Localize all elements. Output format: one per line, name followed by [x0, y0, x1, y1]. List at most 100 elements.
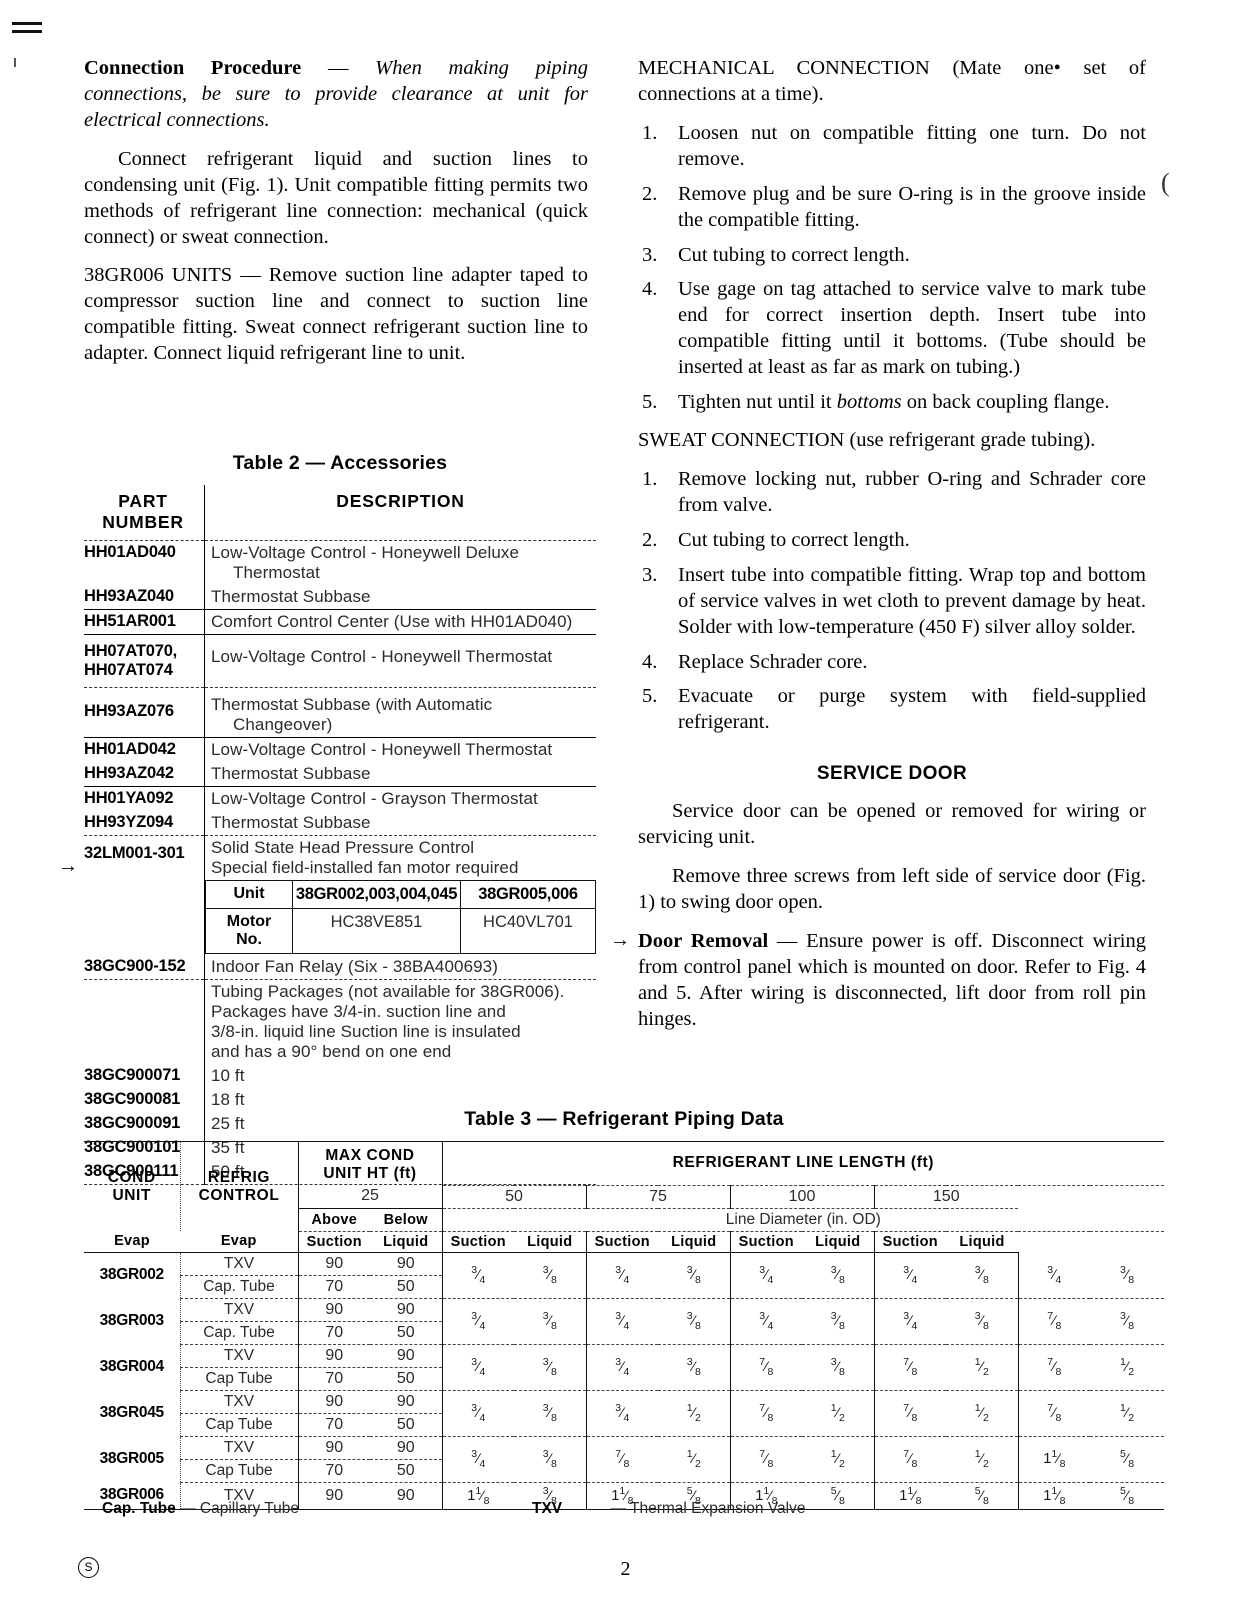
step-italic-word: bottoms [836, 391, 902, 414]
above-evap-cell: 70 [298, 1367, 370, 1391]
part-number-line-2: HH07AT074 [84, 661, 173, 679]
table-2-accessories: PART NUMBER DESCRIPTION HH01AD040 Low-Vo… [84, 485, 596, 1185]
page-number: 2 [620, 1558, 631, 1580]
liquid-diameter-cell: 3⁄8 [802, 1344, 875, 1391]
list-item: 5. Tighten nut until it bottoms on back c… [638, 390, 1146, 416]
table-row: HH93AZ076 Thermostat Subbase (with Autom… [84, 687, 596, 738]
revision-arrow-icon: → [610, 929, 630, 951]
description-cell: Low-Voltage Control - Honeywell Thermost… [211, 740, 553, 759]
step-text: Cut tubing to correct length. [678, 528, 910, 551]
step-text: Replace Schrader core. [678, 650, 868, 673]
sweat-connection-heading: SWEAT CONNECTION [638, 429, 845, 452]
footnote-cap-tube-text: Capillary Tube [199, 1500, 299, 1517]
part-number-cell: 32LM001-301 [84, 835, 205, 880]
table-row: 38GC900071 10 ft [84, 1064, 596, 1088]
description-cell: Low-Voltage Control - Honeywell Deluxe T… [205, 541, 597, 586]
table-row: Unit 38GR002,003,004,045 38GR005,006 [205, 880, 596, 909]
refrig-control-cell: Cap. Tube [180, 1321, 299, 1345]
above-evap-cell: 90 [298, 1482, 370, 1510]
column-header-line-length: REFRIGERANT LINE LENGTH (ft) [442, 1141, 1165, 1186]
step-text: Remove locking nut, rubber O-ring and Sc… [678, 467, 1146, 516]
part-number-cell: 38GC900-152 [84, 954, 205, 980]
table-row: HH93YZ094 Thermostat Subbase [84, 811, 596, 836]
door-removal-paragraph: → Door Removal — Ensure power is off. Dis… [610, 929, 1146, 1033]
step-text: Remove plug and be sure O-ring is in the… [678, 182, 1146, 231]
refrig-control-cell: TXV [180, 1298, 299, 1322]
suction-diameter-cell: 3⁄4 [442, 1344, 515, 1391]
liquid-diameter-cell: 3⁄8 [946, 1252, 1019, 1299]
suction-diameter-cell: 7⁄8 [730, 1344, 803, 1391]
liquid-diameter-cell: 5⁄8 [802, 1482, 875, 1510]
table-row: 38GR045 TXV 90 90 3⁄4 3⁄8 3⁄4 1⁄2 7⁄8 1⁄2 7⁄8 1⁄2 7⁄… [84, 1390, 1165, 1437]
length-header-100: 100 [730, 1185, 875, 1209]
table-3-refrigerant-piping-data: COND UNIT REFRIG CONTROL MAX COND UNIT H… [84, 1141, 1165, 1510]
list-item: 1. Loosen nut on compatible fitting one t… [638, 121, 1146, 173]
liquid-diameter-cell: 3⁄8 [1090, 1298, 1165, 1345]
length-header-50: 50 [442, 1185, 587, 1209]
suction-diameter-cell: 3⁄4 [442, 1298, 515, 1345]
connection-procedure-heading: Connection Procedure [84, 57, 302, 79]
column-header-suction-25: Suction [298, 1231, 370, 1253]
liquid-diameter-cell: 3⁄8 [514, 1298, 587, 1345]
refrig-control-cell: TXV [180, 1344, 299, 1368]
service-door-paragraph-2: Remove three screws from left side of se… [638, 865, 1146, 914]
table-row: HH01AD042 Low-Voltage Control - Honeywel… [84, 737, 596, 762]
table-row-header-4: Evap Evap Suction Liquid Suction Liquid … [84, 1231, 1164, 1253]
footnote-txv-abbr: TXV [532, 1500, 563, 1517]
table-row: 38GC900-152 Indoor Fan Relay (Six - 38BA… [84, 954, 596, 980]
suction-diameter-cell: 7⁄8 [1018, 1298, 1091, 1345]
list-number: 3. [642, 563, 658, 586]
list-item: 5. Evacuate or purge system with field-su… [638, 684, 1146, 736]
column-header-evap-above-2: Evap [84, 1231, 180, 1253]
column-header-suction-50: Suction [442, 1231, 515, 1253]
above-evap-cell: 90 [298, 1344, 370, 1368]
table-row-header-1: COND UNIT REFRIG CONTROL MAX COND UNIT H… [84, 1141, 1165, 1231]
above-evap-cell: 90 [298, 1390, 370, 1414]
below-evap-cell: 50 [370, 1367, 443, 1391]
suction-diameter-cell: 3⁄4 [730, 1298, 803, 1345]
column-header-refrig-control: REFRIG CONTROL [180, 1141, 299, 1231]
document-page: ( Connection Procedure — When making pip… [0, 0, 1251, 1617]
suction-diameter-cell: 11⁄8 [1018, 1482, 1091, 1510]
tubing-note-line-3: 3/8-in. liquid line Suction line is insu… [211, 1022, 521, 1041]
liquid-diameter-cell: 3⁄8 [802, 1298, 875, 1345]
suction-diameter-cell: 7⁄8 [874, 1390, 947, 1437]
suction-diameter-cell: 7⁄8 [586, 1436, 659, 1483]
column-header-liquid-75: Liquid [658, 1231, 731, 1253]
table-3-body: 38GR002 TXV 90 90 3⁄4 3⁄8 3⁄4 3⁄8 3⁄4 3⁄8 3⁄4 3⁄8 3⁄… [84, 1252, 1165, 1510]
table-row: Tubing Packages (not available for 38GR0… [84, 979, 596, 1064]
suction-diameter-cell: 11⁄8 [874, 1482, 947, 1510]
below-evap-cell: 50 [370, 1459, 443, 1483]
cond-unit-cell: 38GR005 [84, 1436, 181, 1482]
units-38gr006-dash: — [232, 264, 269, 287]
description-cell: Low-Voltage Control - Honeywell Thermost… [204, 634, 596, 688]
footnote-cap-tube-dash: — [175, 1500, 200, 1517]
scan-artifact-dot [14, 58, 16, 67]
part-number-cell: HH01YA092 [84, 786, 205, 811]
list-number: 4. [642, 278, 658, 301]
below-evap-cell: 90 [370, 1298, 443, 1322]
table-2-container: Table 2 — Accessories → PART NUMBER DESC… [58, 452, 596, 1185]
suction-diameter-cell: 11⁄8 [442, 1482, 515, 1510]
liquid-diameter-cell: 1⁄2 [946, 1390, 1019, 1437]
suction-diameter-cell: 7⁄8 [730, 1390, 803, 1437]
list-item: 4. Use gage on tag attached to service va… [638, 277, 1146, 381]
column-header-cond-unit: COND UNIT [84, 1141, 181, 1231]
liquid-diameter-cell: 1⁄2 [1090, 1390, 1165, 1437]
suction-diameter-cell: 7⁄8 [874, 1436, 947, 1483]
max-cond-line-1: MAX COND [325, 1147, 415, 1164]
right-text-column: MECHANICAL CONNECTION (Mate one• set of … [610, 56, 1146, 1046]
liquid-diameter-cell: 3⁄8 [514, 1252, 587, 1299]
sweat-connection-suffix: (use refrigerant grade tubing). [844, 429, 1096, 452]
suction-diameter-cell: 3⁄4 [586, 1298, 659, 1345]
table-row: 38GR004 TXV 90 90 3⁄4 3⁄8 3⁄4 3⁄8 7⁄8 3⁄8 7⁄8 1⁄2 7⁄… [84, 1344, 1165, 1391]
refrig-control-cell: Cap Tube [180, 1367, 299, 1391]
suction-diameter-cell: 3⁄4 [874, 1252, 947, 1299]
cond-unit-line-2: UNIT [112, 1186, 152, 1204]
suction-diameter-cell: 3⁄4 [586, 1252, 659, 1299]
suction-diameter-cell: 7⁄8 [1018, 1344, 1091, 1391]
liquid-diameter-cell: 1⁄2 [946, 1436, 1019, 1483]
liquid-diameter-cell: 1⁄2 [658, 1390, 731, 1437]
column-header-suction-100: Suction [730, 1231, 803, 1253]
tubing-note-line-1: Tubing Packages (not available for 38GR0… [211, 982, 565, 1001]
